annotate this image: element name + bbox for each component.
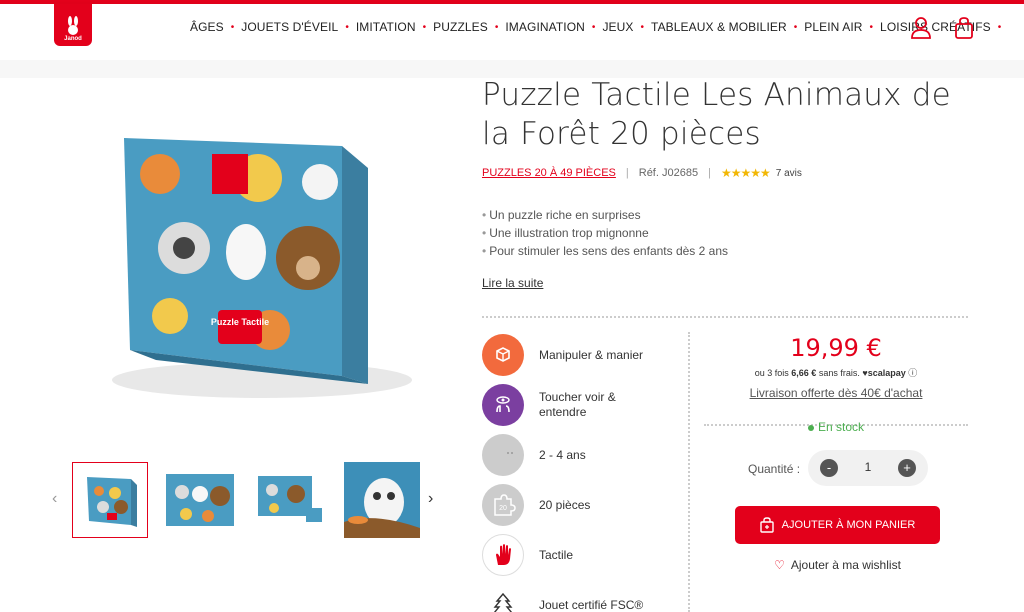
feature-label: Tactile: [539, 547, 574, 562]
senses-icon: [482, 384, 524, 426]
chevron-right-icon[interactable]: ›: [428, 490, 433, 508]
nav-separator: •: [869, 21, 874, 33]
shopping-bag-icon: [759, 517, 774, 533]
feature-toucher: Toucher voir & entendre: [482, 384, 649, 426]
thumbnail-2[interactable]: [162, 462, 238, 538]
feature-label: 20 pièces: [539, 497, 591, 512]
thumbnail-puzzle-image: [162, 462, 238, 538]
user-account-icon[interactable]: [910, 16, 932, 40]
feature-tactile: Tactile: [482, 534, 649, 576]
nav-separator: •: [230, 21, 235, 33]
feature-pieces: 20 20 pièces: [482, 484, 649, 526]
logo-text: Janod: [64, 36, 82, 42]
scalapay-amount: 6,66 €: [791, 368, 817, 378]
nav-item-jeux[interactable]: JEUX: [602, 20, 633, 34]
hand-icon: [482, 534, 524, 576]
thumbnail-carousel: ‹ ›: [50, 460, 450, 540]
feature-label: Jouet certifié FSC®: [539, 597, 644, 612]
nav-separator: •: [997, 21, 1002, 33]
feature-label: Manipuler & manier: [539, 347, 644, 362]
nav-item-plein-air[interactable]: PLEIN AIR: [804, 20, 862, 34]
quantity-stepper: - 1 +: [808, 450, 928, 486]
nav-separator: •: [494, 21, 499, 33]
meta-separator: |: [625, 167, 629, 179]
moon-face-icon: [482, 434, 524, 476]
quantity-increase-button[interactable]: +: [898, 459, 916, 477]
thumbnail-owl-closeup-image: [344, 462, 420, 538]
add-to-cart-label: AJOUTER À MON PANIER: [781, 519, 916, 531]
nav-item-puzzles[interactable]: PUZZLES: [433, 20, 488, 34]
nav-item-imagination[interactable]: IMAGINATION: [505, 20, 585, 34]
thumbnail-1[interactable]: [72, 462, 148, 538]
cube-hand-icon: [482, 334, 524, 376]
rating-stars[interactable]: ★★★★★: [721, 166, 771, 180]
nav-item-tableaux-mobilier[interactable]: TABLEAUX & MOBILIER: [651, 20, 787, 34]
product-meta: PUZZLES 20 À 49 PIÈCES | Réf. J02685 | ★…: [482, 166, 802, 180]
nav-separator: •: [793, 21, 798, 33]
feature-label: 2 - 4 ans: [539, 447, 586, 462]
feature-age: 2 - 4 ans: [482, 434, 649, 476]
scalapay-brand: scalapay: [867, 368, 906, 378]
product-price: 19,99 €: [790, 334, 882, 362]
highlight-item: Pour stimuler les sens des enfants dès 2…: [482, 242, 728, 260]
scalapay-installments: ou 3 fois 6,66 € sans frais. ♥scalapay ⓘ: [704, 366, 968, 379]
product-reference: Réf. J02685: [638, 167, 699, 179]
info-icon[interactable]: ⓘ: [908, 368, 917, 378]
quantity-label: Quantité :: [748, 462, 801, 476]
nav-item-jouets-eveil[interactable]: JOUETS D'ÉVEIL: [241, 20, 338, 34]
fsc-tree-icon: [482, 584, 524, 612]
nav-item-imitation[interactable]: IMITATION: [356, 20, 416, 34]
category-link[interactable]: PUZZLES 20 À 49 PIÈCES: [482, 167, 616, 179]
feature-fsc: Jouet certifié FSC®: [482, 584, 649, 612]
product-highlights: Un puzzle riche en surprises Une illustr…: [482, 206, 728, 260]
stock-dot-icon: [807, 424, 814, 431]
product-title: Puzzle Tactile Les Animaux de la Forêt 2…: [482, 77, 951, 152]
feature-manipuler: Manipuler & manier: [482, 334, 649, 376]
scalapay-suffix: sans frais.: [818, 368, 860, 378]
rabbit-icon: [68, 16, 78, 35]
stock-text: En stock: [817, 420, 865, 434]
reviews-count[interactable]: 7 avis: [776, 168, 802, 179]
scalapay-prefix: ou 3 fois: [754, 368, 789, 378]
feature-label: Toucher voir & entendre: [539, 390, 616, 419]
thumbnail-4[interactable]: [344, 462, 420, 538]
nav-separator: •: [345, 21, 349, 33]
stock-status: En stock: [704, 420, 968, 434]
thumbnail-puzzle-pieces-image: [252, 462, 328, 538]
janod-logo[interactable]: Janod: [54, 4, 92, 46]
divider: [482, 316, 968, 318]
add-to-cart-button[interactable]: AJOUTER À MON PANIER: [735, 506, 940, 544]
add-to-wishlist-button[interactable]: ♡ Ajouter à ma wishlist: [735, 558, 940, 572]
shopping-bag-icon[interactable]: [953, 16, 975, 40]
thumbnail-box-image: [73, 463, 147, 537]
nav-separator: •: [422, 21, 427, 33]
puzzle-piece-icon: 20: [482, 484, 524, 526]
free-delivery-link[interactable]: Livraison offerte dès 40€ d'achat: [704, 386, 968, 400]
highlight-item: Une illustration trop mignonne: [482, 224, 728, 242]
nav-separator: •: [640, 21, 645, 33]
read-more-link[interactable]: Lire la suite: [482, 276, 543, 290]
pieces-badge-text: 20: [499, 505, 507, 512]
divider-vertical: [688, 332, 690, 612]
product-main-image[interactable]: Puzzle Tactile: [72, 118, 432, 418]
nav-separator: •: [591, 21, 596, 33]
chevron-left-icon[interactable]: ‹: [52, 490, 57, 508]
thumbnail-3[interactable]: [252, 462, 328, 538]
box-title-text: Puzzle Tactile: [211, 317, 269, 327]
highlight-item: Un puzzle riche en surprises: [482, 206, 728, 224]
main-nav: ÂGES • JOUETS D'ÉVEIL • IMITATION • PUZZ…: [190, 20, 1008, 34]
wishlist-label: Ajouter à ma wishlist: [790, 558, 901, 572]
nav-item-ages[interactable]: ÂGES: [190, 20, 224, 34]
meta-separator: |: [708, 167, 711, 179]
site-header: Janod ÂGES • JOUETS D'ÉVEIL • IMITATION …: [0, 4, 1024, 60]
heart-outline-icon: ♡: [774, 558, 785, 572]
